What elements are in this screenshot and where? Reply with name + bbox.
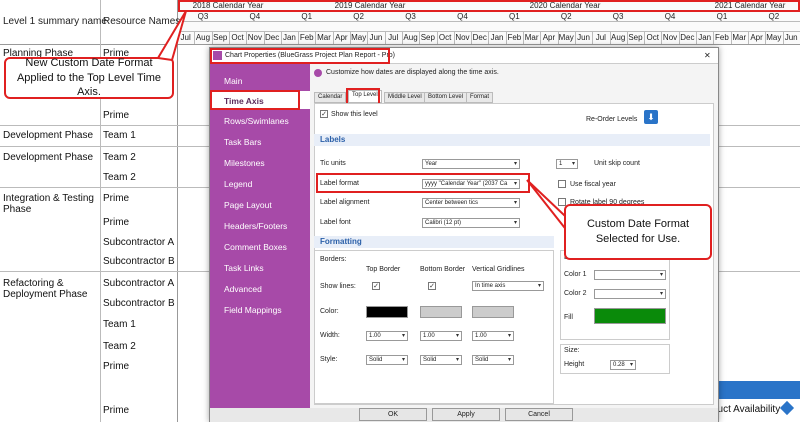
callout-right-text: Custom Date Format Selected for Use. — [586, 218, 690, 245]
callout-right: Custom Date Format Selected for Use. — [564, 204, 712, 260]
